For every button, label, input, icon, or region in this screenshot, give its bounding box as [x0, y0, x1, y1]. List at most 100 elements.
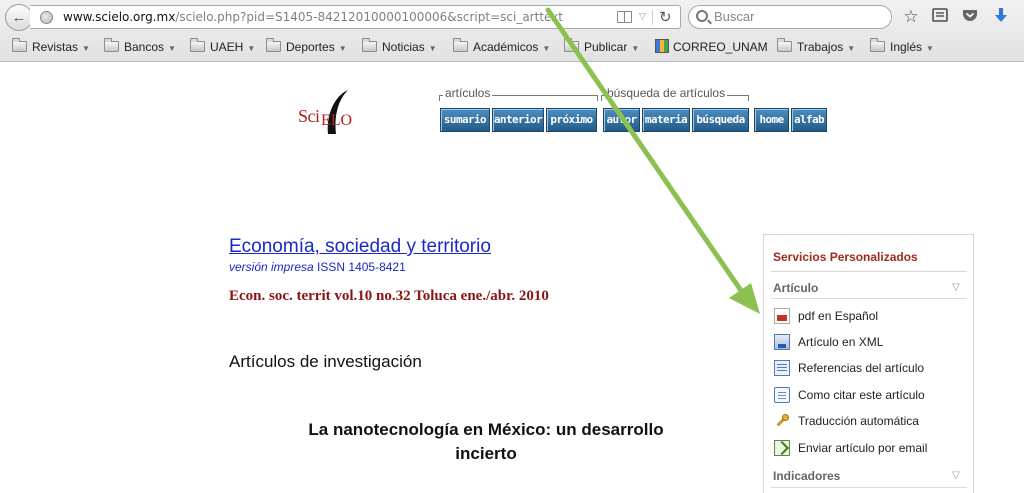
- logo-text-elo: ELO: [321, 112, 353, 129]
- pocket-icon[interactable]: [959, 6, 981, 28]
- cite-icon: [774, 387, 790, 403]
- cite-link[interactable]: Como citar este artículo: [774, 386, 925, 404]
- service-label: Artículo en XML: [798, 335, 884, 349]
- xml-link[interactable]: Artículo en XML: [774, 333, 883, 351]
- chevron-down-icon: ▼: [428, 44, 437, 53]
- chevron-down-icon: ▼: [82, 44, 90, 53]
- globe-icon: [40, 11, 53, 24]
- chevron-down-icon: ▼: [847, 44, 856, 53]
- services-panel: Servicios Personalizados Artículo ▽ pdf …: [763, 234, 974, 493]
- email-link[interactable]: Enviar artículo por email: [774, 439, 927, 457]
- references-icon: [774, 360, 790, 376]
- services-title: Servicios Personalizados: [773, 250, 918, 264]
- url-host: www.scielo.org.mx: [63, 10, 176, 24]
- article-title: La nanotecnología en México: un desarrol…: [238, 418, 734, 466]
- anterior-button[interactable]: anterior: [492, 108, 544, 132]
- grid-icon: [655, 39, 669, 53]
- bookmarks-menu-icon[interactable]: [929, 6, 951, 28]
- chevron-down-icon: ▼: [926, 44, 934, 53]
- chevron-down-icon: ▼: [247, 44, 256, 53]
- section-divider: [771, 298, 967, 299]
- article-title-line-2: incierto: [455, 444, 517, 463]
- folder-icon: [870, 38, 885, 52]
- folder-icon: [777, 38, 792, 52]
- bookmark-folder-publicar[interactable]: Publicar ▼: [564, 37, 639, 57]
- reader-view-icon[interactable]: [617, 11, 632, 23]
- materia-button[interactable]: materia: [642, 108, 690, 132]
- service-label: Como citar este artículo: [798, 388, 925, 402]
- autor-button[interactable]: autor: [603, 108, 640, 132]
- proximo-button[interactable]: próximo: [546, 108, 597, 132]
- folder-icon: [564, 38, 579, 52]
- articulos-group-label: artículos: [443, 86, 493, 100]
- bookmark-label: Revistas: [32, 40, 79, 54]
- section-heading: Artículos de investigación: [229, 352, 422, 371]
- service-label: Referencias del artículo: [798, 361, 925, 375]
- translate-link[interactable]: Traducción automática: [774, 412, 919, 430]
- section-indicadores-header[interactable]: Indicadores: [773, 469, 840, 483]
- bookmark-folder-academicos[interactable]: Académicos ▼: [453, 37, 550, 57]
- bookmark-label: Inglés: [890, 40, 923, 54]
- scielo-logo[interactable]: Sci ELO: [296, 88, 366, 146]
- chevron-down-icon[interactable]: ▽: [952, 282, 960, 293]
- bookmark-folder-deportes[interactable]: Deportes ▼: [266, 37, 347, 57]
- arrow-left-icon: ←: [11, 9, 27, 26]
- bookmark-folder-revistas[interactable]: Revistas ▼: [12, 37, 90, 57]
- bookmark-label: Bancos: [124, 40, 165, 54]
- download-icon[interactable]: [990, 6, 1012, 28]
- chevron-down-icon: ▼: [631, 44, 640, 53]
- translate-icon: [774, 413, 790, 429]
- urlbar-separator: [652, 10, 653, 25]
- section-articulo-header[interactable]: Artículo: [773, 281, 818, 295]
- logo-text-sci: Sci: [298, 106, 320, 126]
- url-text[interactable]: www.scielo.org.mx/scielo.php?pid=S1405-8…: [63, 6, 563, 28]
- back-button[interactable]: ←: [5, 4, 33, 31]
- alfab-button[interactable]: alfab: [791, 108, 827, 132]
- service-label: Enviar artículo por email: [798, 441, 928, 455]
- folder-icon: [362, 38, 377, 52]
- folder-icon: [266, 38, 281, 52]
- bookmark-folder-uaeh[interactable]: UAEH ▼: [190, 37, 255, 57]
- citation-line: Econ. soc. territ vol.10 no.32 Toluca en…: [229, 288, 549, 304]
- home-button[interactable]: home: [754, 108, 789, 132]
- reload-icon[interactable]: ↻: [659, 6, 672, 28]
- url-path: /scielo.php?pid=S1405-84212010000100006&…: [175, 10, 564, 24]
- bookmark-star-icon[interactable]: ☆: [900, 6, 922, 28]
- chevron-down-icon: ▼: [168, 44, 176, 53]
- busqueda-group-label: búsqueda de artículos: [605, 86, 728, 100]
- article-title-line-1: La nanotecnología en México: un desarrol…: [308, 420, 664, 439]
- section-divider: [771, 487, 967, 488]
- bookmark-folder-bancos[interactable]: Bancos ▼: [104, 37, 176, 57]
- browser-toolbar: ← www.scielo.org.mx/scielo.php?pid=S1405…: [0, 0, 1024, 62]
- bookmark-folder-trabajos[interactable]: Trabajos ▼: [777, 37, 855, 57]
- folder-icon: [190, 38, 205, 52]
- bookmark-label: Noticias: [382, 40, 425, 54]
- folder-icon: [104, 38, 119, 52]
- folder-icon: [453, 38, 468, 52]
- xml-icon: [774, 334, 790, 350]
- search-input[interactable]: Buscar: [688, 5, 892, 29]
- bookmark-label: Deportes: [286, 40, 335, 54]
- service-label: pdf en Español: [798, 309, 879, 323]
- chevron-down-icon[interactable]: ▽: [952, 470, 960, 481]
- pdf-link[interactable]: pdf en Español: [774, 307, 878, 325]
- address-bar[interactable]: www.scielo.org.mx/scielo.php?pid=S1405-8…: [30, 5, 681, 29]
- pdf-icon: [774, 308, 790, 324]
- service-label: Traducción automática: [798, 414, 919, 428]
- navigation-bar: ← www.scielo.org.mx/scielo.php?pid=S1405…: [0, 0, 1024, 34]
- bookmark-label: Académicos: [473, 40, 539, 54]
- history-dropdown-icon[interactable]: ▽: [639, 6, 646, 28]
- email-icon: [774, 440, 790, 456]
- journal-title-link[interactable]: Economía, sociedad y territorio: [229, 236, 491, 258]
- busqueda-button[interactable]: búsqueda: [692, 108, 749, 132]
- search-placeholder: Buscar: [714, 9, 755, 24]
- bookmark-correo-unam[interactable]: CORREO_UNAM: [655, 37, 768, 57]
- bookmarks-toolbar: Revistas ▼ Bancos ▼ UAEH ▼ Deportes ▼ Notici…: [0, 34, 1024, 60]
- bookmark-folder-noticias[interactable]: Noticias ▼: [362, 37, 437, 57]
- issn-value: ISSN 1405-8421: [317, 260, 406, 274]
- references-link[interactable]: Referencias del artículo: [774, 359, 924, 377]
- sumario-button[interactable]: sumario: [440, 108, 490, 132]
- bookmark-label: CORREO_UNAM: [673, 40, 768, 54]
- search-icon: [696, 10, 708, 22]
- bookmark-folder-ingles[interactable]: Inglés ▼: [870, 37, 934, 57]
